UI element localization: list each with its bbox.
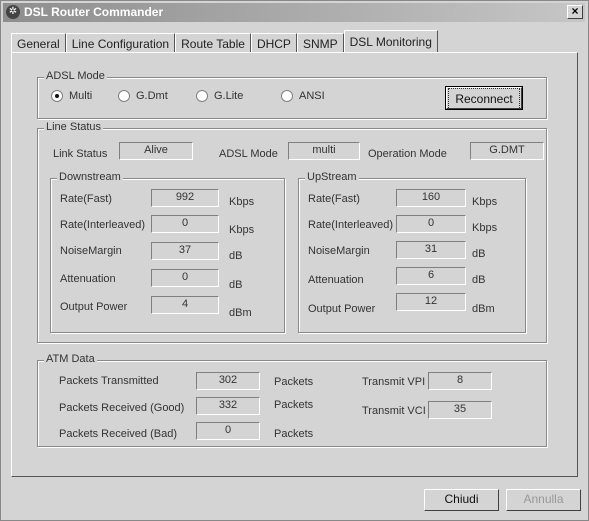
us-attenuation-value: 6 <box>396 267 466 285</box>
ds-rate-fast-unit: Kbps <box>229 196 255 208</box>
operation-mode-label: Operation Mode <box>368 148 447 160</box>
reconnect-button[interactable]: Reconnect <box>445 86 523 110</box>
us-attenuation-unit: dB <box>472 274 486 286</box>
us-noise-margin-value: 31 <box>396 241 466 259</box>
transmit-vci-value: 35 <box>428 401 492 419</box>
us-noise-margin-unit: dB <box>472 248 486 260</box>
atm-data-legend: ATM Data <box>44 353 97 365</box>
annulla-button[interactable]: Annulla <box>506 489 581 511</box>
satellite-icon: ✲ <box>6 5 20 19</box>
title-bar: ✲ DSL Router Commander × <box>3 3 585 22</box>
link-status-label: Link Status <box>53 148 108 160</box>
ds-rate-interleaved-value: 0 <box>151 215 219 233</box>
adsl-mode-legend: ADSL Mode <box>44 70 107 82</box>
adsl-mode-group: ADSL Mode Multi G.Dmt G.Lite ANSI Reconn… <box>37 70 547 119</box>
ds-noise-margin-label: NoiseMargin <box>60 245 122 257</box>
link-status-value: Alive <box>119 142 193 160</box>
ds-rate-interleaved-unit: Kbps <box>229 224 255 236</box>
tab-line-configuration[interactable]: Line Configuration <box>65 33 176 53</box>
radio-label: G.Lite <box>214 90 244 102</box>
us-output-power-value: 12 <box>396 293 466 311</box>
us-output-power-label: Output Power <box>308 303 376 315</box>
ds-rate-fast-label: Rate(Fast) <box>60 193 112 205</box>
close-button[interactable]: × <box>567 5 583 19</box>
packets-transmitted-label: Packets Transmitted <box>59 375 159 387</box>
radio-dot[interactable] <box>118 90 130 102</box>
ds-noise-margin-value: 37 <box>151 242 219 260</box>
packets-transmitted-value: 302 <box>196 372 260 390</box>
transmit-vpi-value: 8 <box>428 372 492 390</box>
tab-bar: General Line Configuration Route Table D… <box>11 30 438 53</box>
packets-transmitted-unit: Packets <box>274 376 314 388</box>
ds-attenuation-value: 0 <box>151 269 219 287</box>
radio-label: ANSI <box>299 90 325 102</box>
radio-multi[interactable]: Multi <box>51 90 92 102</box>
ds-rate-interleaved-label: Rate(Interleaved) <box>60 219 145 231</box>
packets-received-bad-label: Packets Received (Bad) <box>59 428 177 440</box>
us-rate-interleaved-value: 0 <box>396 215 466 233</box>
downstream-group: Downstream Rate(Fast) 992 Kbps Rate(Inte… <box>50 171 285 333</box>
adsl-mode-status-label: ADSL Mode <box>219 148 278 160</box>
packets-received-good-value: 332 <box>196 397 260 415</box>
ds-output-power-unit: dBm <box>229 307 252 319</box>
us-rate-fast-label: Rate(Fast) <box>308 193 360 205</box>
tab-general[interactable]: General <box>11 33 66 53</box>
upstream-legend: UpStream <box>305 171 359 183</box>
us-rate-fast-unit: Kbps <box>472 196 498 208</box>
packets-received-bad-value: 0 <box>196 422 260 440</box>
tab-snmp[interactable]: SNMP <box>296 33 344 53</box>
transmit-vci-label: Transmit VCI <box>362 405 426 417</box>
atm-data-group: ATM Data Packets Transmitted 302 Packets… <box>37 353 547 447</box>
reconnect-label: Reconnect <box>448 88 520 110</box>
radio-label: Multi <box>69 90 93 102</box>
dialog-window: ✲ DSL Router Commander × General Line Co… <box>0 0 589 521</box>
line-status-legend: Line Status <box>44 121 104 133</box>
us-rate-interleaved-unit: Kbps <box>472 222 498 234</box>
chiudi-button[interactable]: Chiudi <box>424 489 499 511</box>
radio-glite[interactable]: G.Lite <box>196 90 243 102</box>
adsl-mode-status-value: multi <box>288 142 360 160</box>
ds-attenuation-unit: dB <box>229 279 243 291</box>
upstream-group: UpStream Rate(Fast) 160 Kbps Rate(Interl… <box>298 171 526 333</box>
packets-received-good-unit: Packets <box>274 399 314 411</box>
ds-rate-fast-value: 992 <box>151 189 219 207</box>
tab-dhcp[interactable]: DHCP <box>250 33 297 53</box>
radio-dot[interactable] <box>51 90 63 102</box>
radio-dot[interactable] <box>196 90 208 102</box>
us-attenuation-label: Attenuation <box>308 274 364 286</box>
tab-dsl-monitoring[interactable]: DSL Monitoring <box>343 30 438 53</box>
radio-label: G.Dmt <box>136 90 168 102</box>
packets-received-bad-unit: Packets <box>274 428 314 440</box>
operation-mode-value: G.DMT <box>470 142 544 160</box>
us-rate-interleaved-label: Rate(Interleaved) <box>308 219 393 231</box>
ds-attenuation-label: Attenuation <box>60 273 116 285</box>
ds-output-power-value: 4 <box>151 296 219 314</box>
radio-gdmt[interactable]: G.Dmt <box>118 90 168 102</box>
window-title: DSL Router Commander <box>24 5 164 19</box>
radio-ansi[interactable]: ANSI <box>281 90 325 102</box>
ds-noise-margin-unit: dB <box>229 250 243 262</box>
us-noise-margin-label: NoiseMargin <box>308 245 370 257</box>
radio-dot[interactable] <box>281 90 293 102</box>
transmit-vpi-label: Transmit VPI <box>362 376 426 388</box>
packets-received-good-label: Packets Received (Good) <box>59 402 185 414</box>
ds-output-power-label: Output Power <box>60 301 128 313</box>
downstream-legend: Downstream <box>57 171 123 183</box>
tab-panel: ADSL Mode Multi G.Dmt G.Lite ANSI Reconn… <box>11 52 578 477</box>
line-status-group: Line Status Link Status Alive ADSL Mode … <box>37 121 547 343</box>
tab-route-table[interactable]: Route Table <box>175 33 251 53</box>
us-rate-fast-value: 160 <box>396 189 466 207</box>
us-output-power-unit: dBm <box>472 303 495 315</box>
